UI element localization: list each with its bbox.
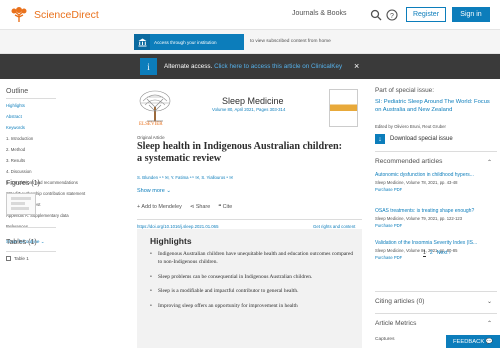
recommended-article-title[interactable]: Autonomic dysfunction in childhood hyper… <box>375 172 497 178</box>
recommended-article-meta: Sleep Medicine, Volume 79, 2021, pp. 122… <box>375 216 463 221</box>
recommended-pagination: 1 2 Next › <box>423 250 451 257</box>
outline-item[interactable]: Highlights <box>6 103 25 108</box>
info-icon: i <box>140 58 157 75</box>
recommended-article-title[interactable]: Validation of the Insomnia Severity Inde… <box>375 240 497 246</box>
article-metrics-title[interactable]: Article Metrics <box>375 320 416 327</box>
brand-name[interactable]: ScienceDirect <box>34 9 99 21</box>
figure-preview-icon <box>11 197 31 210</box>
divider <box>375 313 497 314</box>
right-sidebar: Part of special issue: SI: Pediatric Sle… <box>369 79 500 348</box>
download-icon: ↓ <box>375 134 385 144</box>
highlights-title: Highlights <box>150 236 192 246</box>
cite-label: Cite <box>222 204 233 210</box>
divider <box>6 251 56 252</box>
highlights-list: Indigenous Australian children have uneq… <box>150 250 355 316</box>
elsevier-wordmark: ELSEVIER <box>139 122 163 127</box>
alternate-access-prefix: Alternate access. <box>164 63 213 70</box>
highlight-item: Indigenous Australian children have uneq… <box>150 250 355 267</box>
outline-item[interactable]: Keywords <box>6 125 25 130</box>
help-icon[interactable]: ? <box>386 9 398 21</box>
next-page-link[interactable]: Next › <box>437 250 451 257</box>
journal-title[interactable]: Sleep Medicine <box>222 96 284 106</box>
outline-item[interactable]: 4. Discussion <box>6 169 32 174</box>
highlight-item: Sleep is a modifiable and impactful cont… <box>150 287 355 296</box>
outline-item[interactable]: 2. Method <box>6 147 25 152</box>
alternate-access-bar: i Alternate access. Click here to access… <box>0 54 500 79</box>
recommended-article-meta: Sleep Medicine, Volume 78, 2021, pp. 43-… <box>375 180 458 185</box>
access-button-label: Access through your institution <box>154 39 217 45</box>
top-header: ScienceDirect Journals & Books ? Registe… <box>0 0 500 30</box>
citing-articles-title[interactable]: Citing articles (0) <box>375 298 424 305</box>
divider <box>6 98 56 99</box>
svg-text:?: ? <box>390 13 394 20</box>
journal-volume-meta[interactable]: Volume 80, April 2021, Pages 303-314 <box>212 107 285 112</box>
sign-in-button[interactable]: Sign in <box>452 7 490 22</box>
part-of-special-issue-label: Part of special issue: <box>375 87 434 94</box>
article-type: Original Article <box>137 135 165 140</box>
outline-panel: Outline Highlights Abstract Keywords 1. Int… <box>0 79 85 348</box>
divider <box>137 219 362 220</box>
table-icon <box>6 256 11 261</box>
clinicalkey-link[interactable]: Click here to access this article on Cli… <box>214 63 342 70</box>
share-label: Share <box>195 204 211 210</box>
access-institution-button[interactable]: Access through your institution <box>134 34 244 50</box>
divider <box>375 151 497 152</box>
access-bar: Access through your institution to view … <box>0 30 500 54</box>
page-1[interactable]: 1 <box>423 250 426 257</box>
edited-by: Edited by Oliviero Bruni, Reut Gruber <box>375 124 446 129</box>
page-2[interactable]: 2 <box>430 250 433 257</box>
elsevier-logo[interactable] <box>137 89 173 123</box>
close-icon[interactable]: × <box>354 61 359 71</box>
show-more-button[interactable]: Show more ⌄ <box>137 188 171 194</box>
divider <box>375 291 497 292</box>
highlight-item: Improving sleep offers an opportunity fo… <box>150 302 355 311</box>
purchase-pdf-link[interactable]: Purchase PDF <box>375 187 497 192</box>
chevron-up-icon[interactable]: ⌃ <box>487 320 492 327</box>
search-icon[interactable] <box>370 9 382 21</box>
highlights-section: Highlights Indigenous Australian childre… <box>137 229 362 348</box>
article-title: Sleep health in Indigenous Australian ch… <box>137 141 343 164</box>
outline-item[interactable]: Abstract <box>6 114 22 119</box>
divider <box>6 227 56 228</box>
outline-title: Outline <box>6 88 29 95</box>
download-special-issue-label: Download special issue <box>390 136 453 142</box>
elsevier-tree-logo[interactable] <box>8 6 30 24</box>
recommended-articles-title: Recommended articles <box>375 158 443 165</box>
article-actions: + Add to Mendeley ⋖ Share ❝ Cite <box>137 204 232 210</box>
outline-item[interactable]: 3. Results <box>6 158 25 163</box>
cite-button[interactable]: ❝ Cite <box>218 204 232 210</box>
author-list[interactable]: S. Blunden ᵃ ᵇ ✉, Y. Fatima ᵃ ᵇ ✉, S. Yi… <box>137 175 233 181</box>
captures-label: Captures <box>375 337 395 342</box>
figure-thumbnail[interactable] <box>6 193 36 215</box>
recommended-article-title[interactable]: OSAS treatments: is treating shape enoug… <box>375 208 497 214</box>
chevron-up-icon[interactable]: ⌃ <box>487 159 492 166</box>
show-more-label: Show more <box>137 188 165 194</box>
journal-cover[interactable] <box>329 89 358 127</box>
special-issue-link[interactable]: SI: Pediatric Sleep Around The World: Fo… <box>375 99 495 114</box>
recommended-article: OSAS treatments: is treating shape enoug… <box>375 208 497 228</box>
table-item-label: Table 1 <box>14 256 29 261</box>
outline-item[interactable]: 1. Introduction <box>6 136 33 141</box>
figures-title[interactable]: Figures (1) <box>6 180 40 187</box>
tables-title[interactable]: Tables (1) <box>6 239 37 246</box>
institution-icon <box>134 34 150 50</box>
highlight-item: Sleep problems can be consequential in I… <box>150 273 355 282</box>
access-text: to view subscribed content from home <box>250 39 331 44</box>
feedback-button[interactable]: FEEDBACK 💬 <box>446 335 500 348</box>
download-special-issue-button[interactable]: ↓ Download special issue <box>375 134 453 144</box>
purchase-pdf-link[interactable]: Purchase PDF <box>375 223 497 228</box>
alternate-access-text: Alternate access. Click here to access t… <box>164 63 342 70</box>
chevron-down-icon[interactable]: ⌄ <box>487 298 492 305</box>
register-button[interactable]: Register <box>406 7 446 22</box>
table-item[interactable]: Table 1 <box>6 256 29 261</box>
journals-books-link[interactable]: Journals & Books <box>292 10 346 17</box>
share-button[interactable]: ⋖ Share <box>190 204 210 210</box>
recommended-article: Autonomic dysfunction in childhood hyper… <box>375 172 497 192</box>
add-to-mendeley-button[interactable]: + Add to Mendeley <box>137 204 182 210</box>
